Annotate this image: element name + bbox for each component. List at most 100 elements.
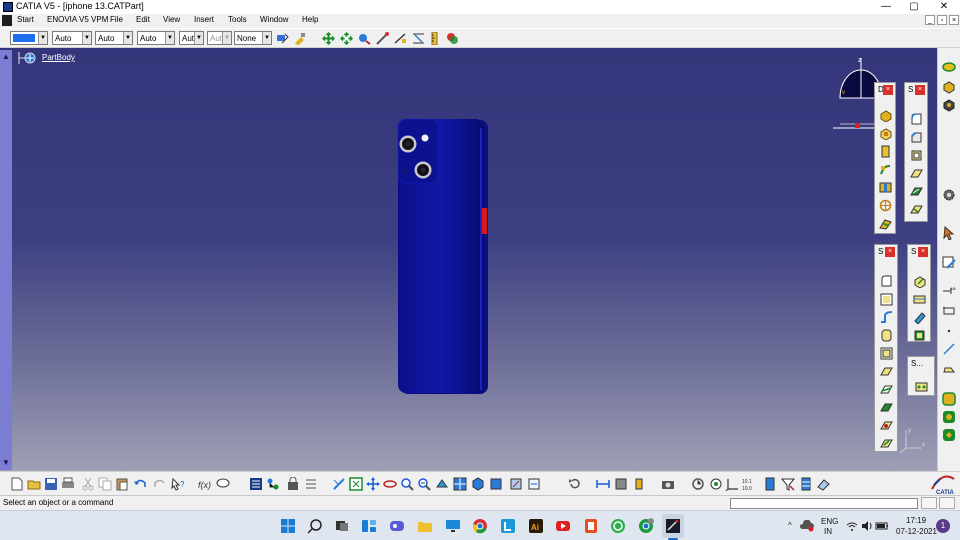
pointer-icon[interactable] (376, 32, 389, 45)
rotate-view-icon[interactable] (383, 477, 397, 491)
split-icon[interactable] (880, 383, 893, 396)
wifi-icon[interactable] (846, 520, 858, 532)
hide-icon[interactable] (509, 477, 523, 491)
onedrive-icon[interactable] (800, 520, 814, 532)
rectangle-icon[interactable] (942, 304, 956, 318)
menu-file[interactable]: File (110, 15, 123, 24)
floating-toolbar-d[interactable]: D × (874, 82, 896, 234)
analysis-icon[interactable] (358, 32, 371, 45)
open-folder-icon[interactable] (27, 477, 41, 491)
power-input-button[interactable] (921, 497, 937, 509)
constraint-gear-icon[interactable] (942, 188, 956, 202)
close-icon[interactable]: × (918, 247, 928, 257)
rib-icon[interactable] (879, 163, 892, 176)
3d-viewport[interactable]: PartBody z v y x (0, 48, 937, 471)
clock-time[interactable]: 17:19 (906, 516, 926, 525)
knowledge-advisor-icon[interactable] (691, 477, 705, 491)
stiffener-icon[interactable] (879, 217, 892, 230)
office-icon[interactable] (583, 518, 599, 534)
brush-icon[interactable] (293, 32, 306, 45)
windows-start-icon[interactable] (280, 518, 296, 534)
replace-face-icon[interactable] (880, 365, 893, 378)
mdi-restore-button[interactable]: ▫ (937, 15, 947, 25)
pan-view-icon[interactable] (366, 477, 380, 491)
menu-view[interactable]: View (163, 15, 180, 24)
snap-icon[interactable] (340, 32, 353, 45)
language-indicator-bottom[interactable]: IN (824, 527, 832, 536)
pocket-icon[interactable] (879, 127, 892, 140)
scene-icon[interactable] (942, 428, 956, 442)
variable-fillet-icon[interactable] (880, 293, 893, 306)
search-icon[interactable] (307, 518, 323, 534)
measure-item-icon[interactable] (614, 477, 628, 491)
draft-icon[interactable] (910, 149, 923, 162)
redo-icon[interactable] (153, 477, 167, 491)
fit-all-icon[interactable] (349, 477, 363, 491)
zoom-in-icon[interactable] (400, 477, 414, 491)
render-style-icon[interactable] (942, 392, 956, 406)
measure-inertia-icon[interactable] (632, 477, 646, 491)
fillet-icon[interactable] (880, 275, 893, 288)
file-explorer-icon[interactable] (417, 518, 433, 534)
language-indicator-top[interactable]: ENG (821, 517, 838, 526)
line-thickness-combo[interactable]: Auto ▼ (95, 31, 133, 45)
shell-icon[interactable] (910, 167, 923, 180)
mirror-icon[interactable] (913, 329, 926, 342)
floating-toolbar-s1[interactable]: S × (904, 82, 928, 222)
floating-toolbar-s2[interactable]: S × (874, 244, 898, 452)
save-icon[interactable] (44, 477, 58, 491)
tree-expand-icon[interactable] (266, 477, 280, 491)
menu-start[interactable]: Start (17, 15, 34, 24)
sketcher-icon[interactable] (942, 60, 956, 74)
pan-icon[interactable] (322, 32, 335, 45)
formula-icon[interactable]: f(x) (198, 477, 212, 491)
chrome-profile-icon[interactable] (638, 518, 654, 534)
remove-face-icon[interactable] (880, 347, 893, 360)
paste-icon[interactable] (115, 477, 129, 491)
rendering-style-combo[interactable]: Aut ▼ (207, 31, 232, 45)
widgets-icon[interactable] (361, 518, 377, 534)
whatsapp-icon[interactable] (610, 518, 626, 534)
task-view-icon[interactable] (334, 518, 350, 534)
rotation-icon[interactable] (913, 293, 926, 306)
distance-icon[interactable] (412, 32, 425, 45)
thread-icon[interactable] (910, 203, 923, 216)
close-button[interactable]: ✕ (930, 0, 958, 14)
scroll-up-icon[interactable]: ▲ (1, 52, 11, 62)
edge-fillet-icon[interactable] (910, 113, 923, 126)
vertical-scrollbar[interactable]: ▲ ▼ (0, 50, 12, 470)
chat-icon[interactable] (389, 518, 405, 534)
hole-icon[interactable] (879, 181, 892, 194)
floating-toolbar-s4[interactable]: S... (907, 356, 935, 396)
zoom-out-icon[interactable] (417, 477, 431, 491)
point-symbol-combo[interactable]: Aut ▼ (179, 31, 204, 45)
floating-toolbar-s3[interactable]: S × (907, 244, 931, 342)
sketch-edit-icon[interactable] (942, 256, 956, 270)
symmetry-icon[interactable] (913, 311, 926, 324)
close-surface-icon[interactable] (880, 419, 893, 432)
transparency-combo[interactable]: Auto ▼ (52, 31, 92, 45)
axis-system-icon[interactable] (725, 477, 739, 491)
sew-surface-icon[interactable] (880, 437, 893, 450)
chevron-up-icon[interactable]: ^ (788, 521, 792, 530)
close-icon[interactable]: × (885, 247, 895, 257)
close-icon[interactable]: × (883, 85, 893, 95)
shading-icon[interactable] (489, 477, 503, 491)
circle-icon[interactable] (942, 324, 956, 338)
menu-help[interactable]: Help (302, 15, 318, 24)
mdi-close-button[interactable]: × (949, 15, 959, 25)
select-arrow-icon[interactable] (942, 226, 956, 240)
tree-branch-icon[interactable] (16, 51, 36, 65)
comment-icon[interactable] (216, 477, 230, 491)
update-icon[interactable] (568, 477, 582, 491)
clock-date[interactable]: 07-12-2021 (896, 527, 937, 536)
eraser-icon[interactable] (816, 477, 830, 491)
minimize-button[interactable]: — (872, 0, 900, 14)
apply-material-bottom-icon[interactable] (709, 477, 723, 491)
reference-element-icon[interactable] (942, 98, 956, 112)
shaft-icon[interactable] (879, 145, 892, 158)
tolerancing-icon[interactable] (763, 477, 777, 491)
multi-view-icon[interactable] (453, 477, 467, 491)
cut-icon[interactable] (81, 477, 95, 491)
translation-icon[interactable] (913, 275, 926, 288)
